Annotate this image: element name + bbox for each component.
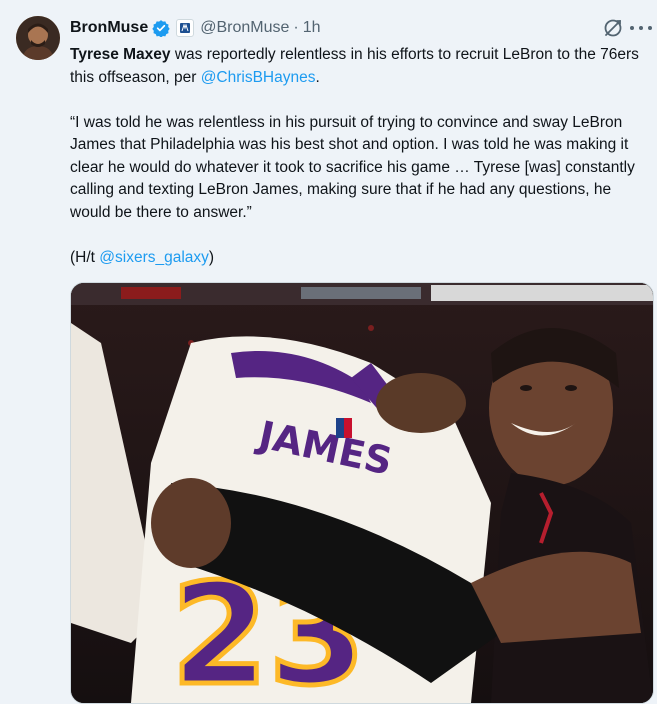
grok-icon[interactable]: [601, 16, 625, 40]
quote-text: “I was told he was relentless in his pur…: [70, 113, 635, 221]
handle[interactable]: @BronMuse: [200, 19, 289, 37]
tweet-line-1: Tyrese Maxey was reportedly relentless i…: [70, 44, 648, 89]
tweet-photo[interactable]: JAMES 23: [70, 282, 654, 704]
verified-badge-icon: [152, 19, 170, 37]
mention-link[interactable]: @ChrisBHaynes: [201, 69, 316, 86]
hat-tip-prefix: (H/t: [70, 248, 100, 266]
tweet-text: Tyrese Maxey was reportedly relentless i…: [70, 44, 648, 269]
hat-tip-link[interactable]: @sixers_galaxy: [99, 249, 209, 266]
separator: ·: [293, 19, 299, 36]
timestamp[interactable]: 1h: [303, 19, 321, 37]
avatar-photo-icon: [16, 16, 60, 60]
tweet-header: BronMuse @BronMuse · 1h: [70, 17, 321, 39]
display-name[interactable]: BronMuse: [70, 19, 148, 37]
tweet-line-1-end: .: [315, 68, 320, 86]
hat-tip-suffix: ): [208, 248, 215, 266]
avatar[interactable]: [16, 16, 60, 60]
more-options-icon[interactable]: [630, 18, 652, 38]
tweet-card[interactable]: BronMuse @BronMuse · 1h Tyrese Maxey was…: [0, 0, 657, 704]
subject-name: Tyrese Maxey: [70, 46, 171, 63]
photo-embrace-icon: JAMES 23: [71, 283, 653, 703]
affiliate-badge-icon[interactable]: [176, 19, 195, 37]
hat-tip: (H/t @sixers_galaxy): [70, 247, 648, 270]
